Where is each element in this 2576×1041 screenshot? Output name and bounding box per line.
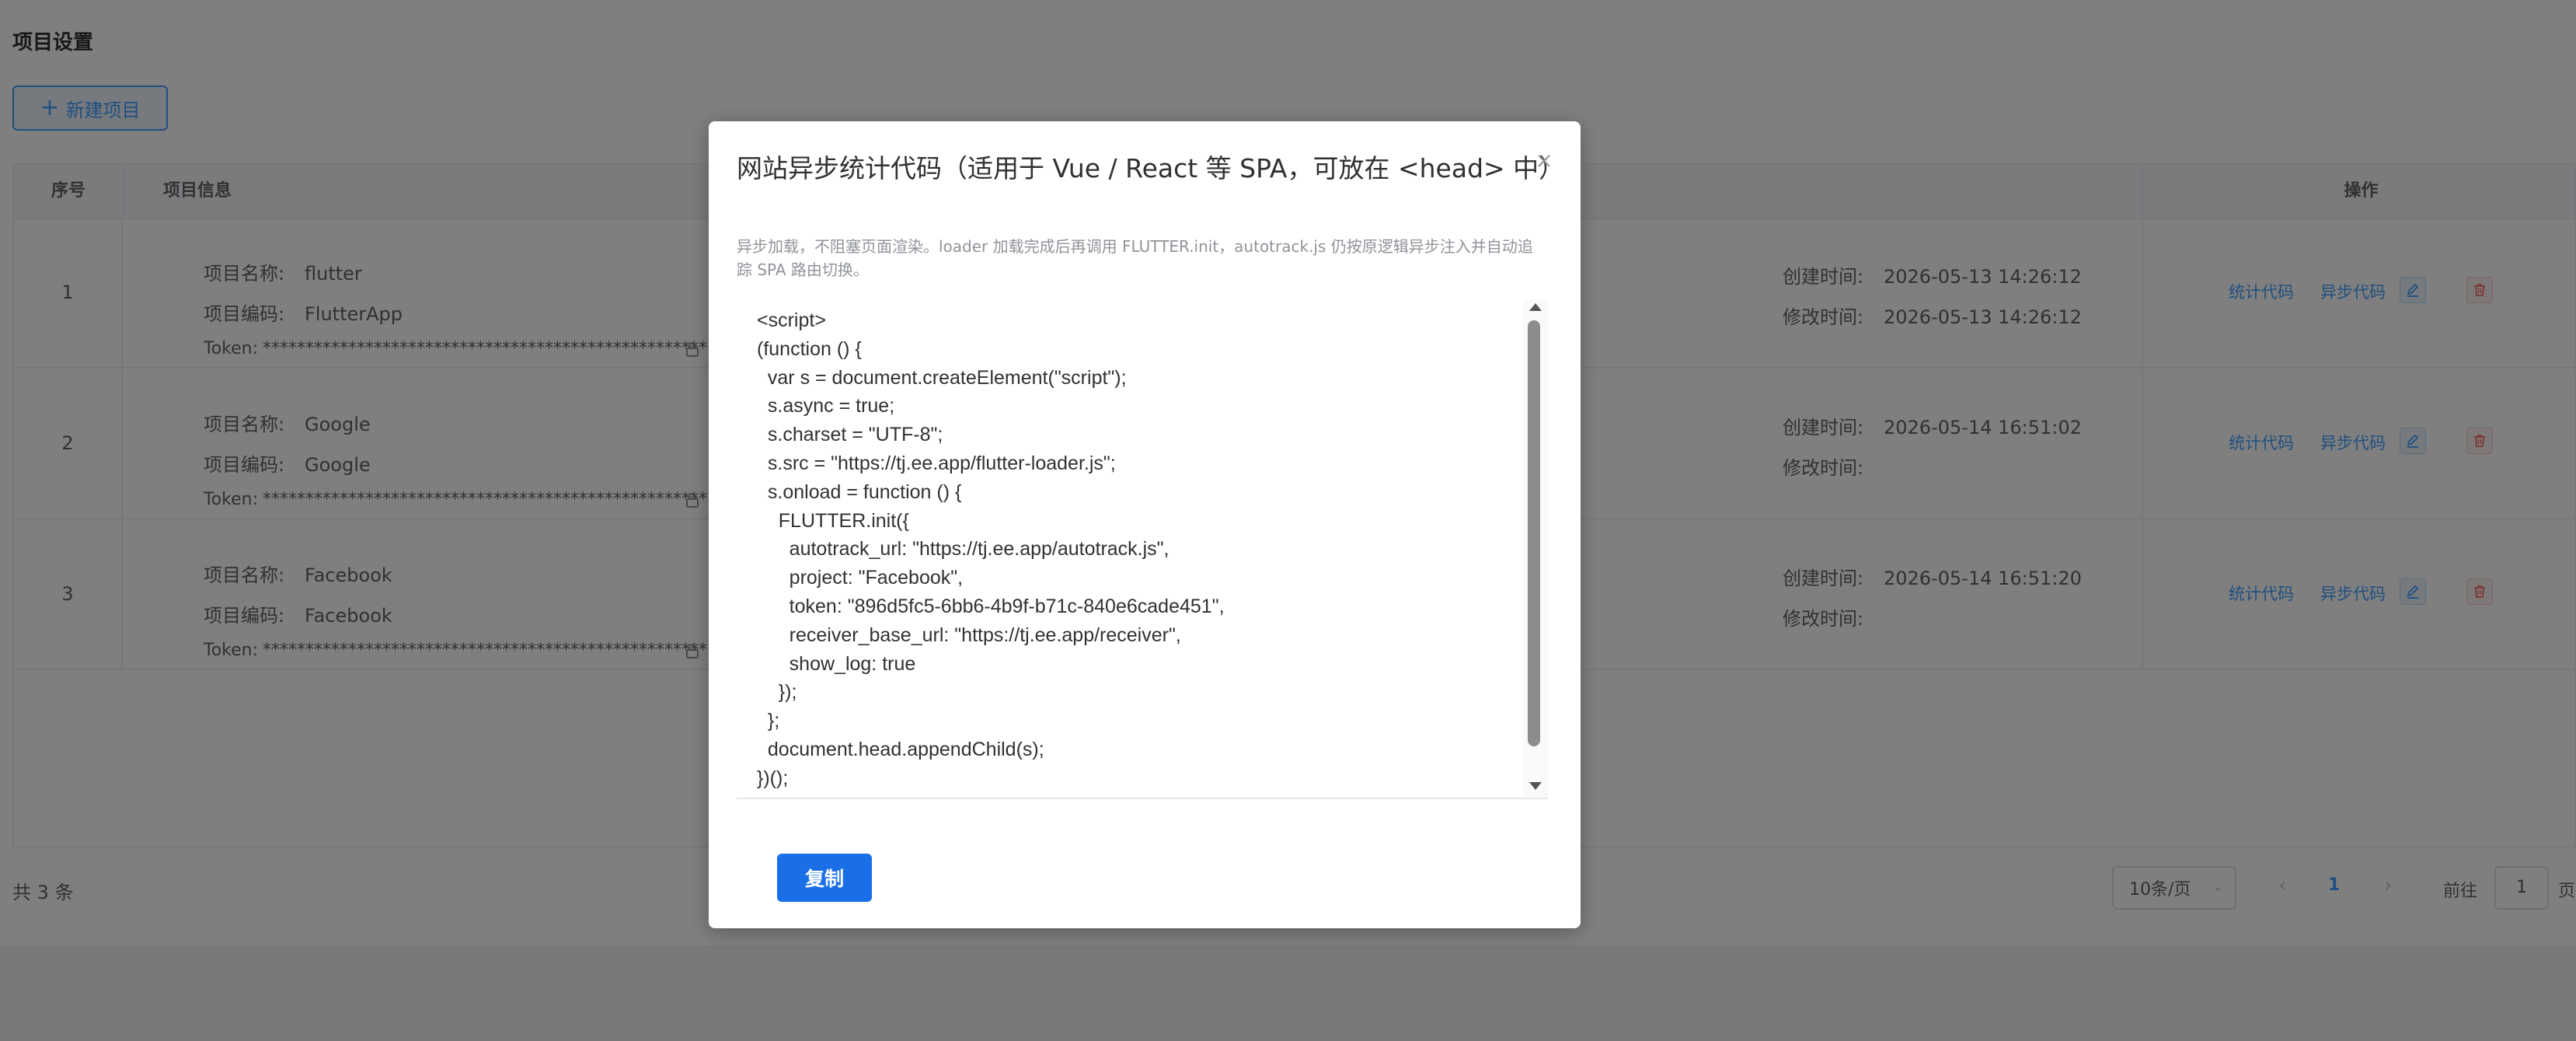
- scroll-thumb[interactable]: [1528, 320, 1540, 746]
- scrollbar[interactable]: [1523, 300, 1548, 798]
- async-code-dialog: 网站异步统计代码（适用于 Vue / React 等 SPA，可放在 <head…: [709, 121, 1581, 928]
- close-icon[interactable]: [1532, 149, 1556, 173]
- dialog-title: 网站异步统计代码（适用于 Vue / React 等 SPA，可放在 <head…: [737, 153, 1565, 183]
- code-content: <script> (function () { var s = document…: [757, 309, 1225, 789]
- code-textarea[interactable]: <script> (function () { var s = document…: [737, 300, 1548, 799]
- copy-button[interactable]: 复制: [777, 854, 872, 902]
- scroll-up-arrow[interactable]: [1529, 303, 1542, 311]
- dialog-description: 异步加载，不阻塞页面渲染。loader 加载完成后再调用 FLUTTER.ini…: [737, 237, 1533, 279]
- scroll-down-arrow[interactable]: [1529, 782, 1542, 790]
